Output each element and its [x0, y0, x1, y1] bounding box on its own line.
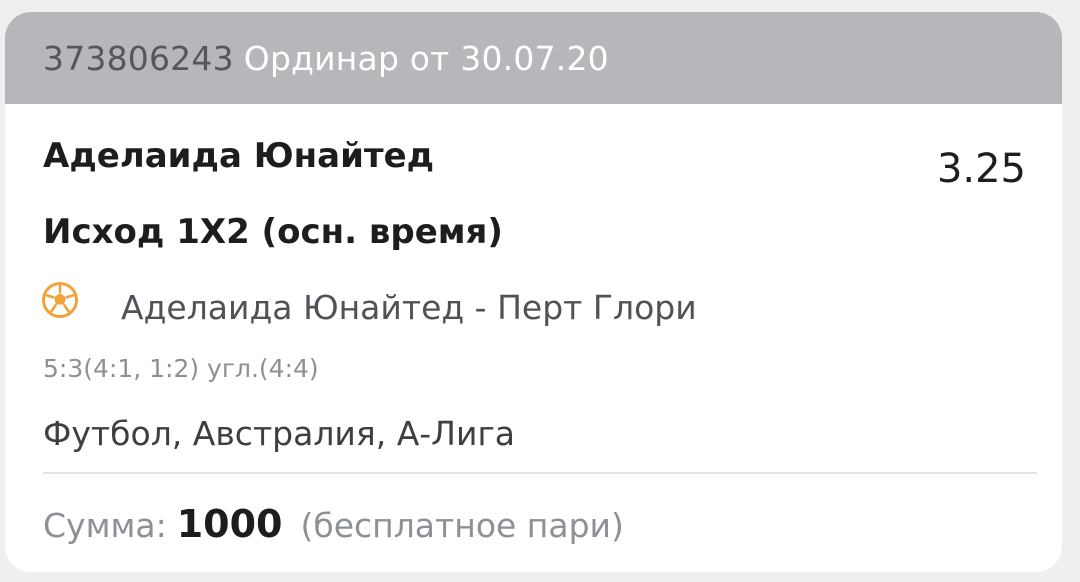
market-name: Исход 1X2 (осн. время): [43, 212, 503, 252]
stake-label: Сумма:: [43, 506, 167, 545]
soccer-ball-icon: [42, 282, 78, 318]
match-score: 5:3(4:1, 1:2) угл.(4:4): [43, 354, 319, 383]
odds-value: 3.25: [936, 146, 1026, 192]
stake-amount: 1000: [176, 502, 283, 546]
bet-header: 373806243 Ординар от 30.07.20: [5, 12, 1062, 104]
selected-team: Аделаида Юнайтед: [43, 136, 435, 176]
bet-type: Ординар от 30.07.20: [243, 38, 609, 78]
bet-card[interactable]: 373806243 Ординар от 30.07.20 Аделаида Ю…: [5, 12, 1062, 572]
league-name: Футбол, Австралия, А-Лига: [43, 414, 516, 453]
stake-note: (бесплатное пари): [300, 506, 624, 545]
match-name[interactable]: Аделаида Юнайтед - Перт Глори: [121, 288, 697, 327]
bet-id: 373806243: [43, 38, 234, 78]
divider: [43, 472, 1037, 474]
stake-summary: Сумма: 1000 (бесплатное пари): [43, 502, 624, 546]
